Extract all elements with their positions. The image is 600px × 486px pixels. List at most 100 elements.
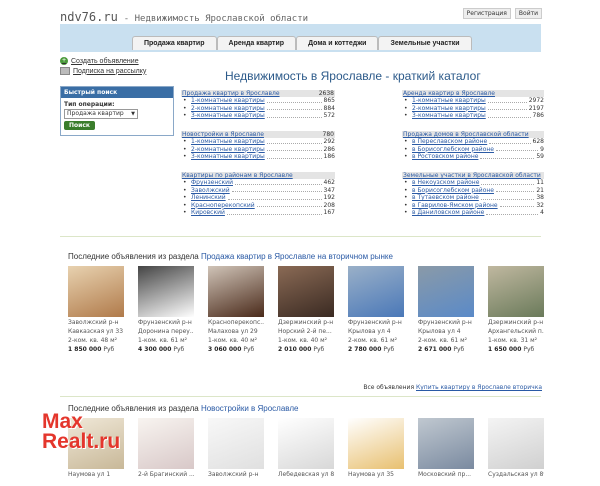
catalog-row-link[interactable]: в Борисоглебском районе [402,146,494,154]
site-logo[interactable]: ndv76.ru - Недвижимость Ярославской облас… [60,10,308,24]
catalog-row-link[interactable]: 3-комнатные квартиры [181,112,265,120]
tab-land[interactable]: Земельные участки [378,36,472,50]
subscribe-link[interactable]: Подписка на рассылку [60,67,146,75]
register-button[interactable]: Регистрация [462,8,511,19]
listing-description: 2-ком. кв. 61 м² [418,337,468,344]
listing-photo[interactable] [348,418,404,469]
tab-sale-apartments[interactable]: Продажа квартир [132,36,217,50]
listing-card[interactable]: Суздальская ул 89 [488,418,544,479]
tab-rent-apartments[interactable]: Аренда квартир [216,36,297,50]
listing-currency: Руб [313,346,325,353]
catalog-row-link[interactable]: 1-комнатные квартиры [181,138,265,146]
login-button[interactable]: Войти [514,8,542,19]
listing-photo[interactable] [208,266,264,317]
listing-photo[interactable] [138,266,194,317]
listing-photo[interactable] [488,418,544,469]
logo-text[interactable]: ndv76.ru [60,10,118,24]
listing-card[interactable]: Фрунзенский р-н Крылова ул 4 2-ком. кв. 61… [418,266,474,354]
catalog-row-link[interactable]: 2-комнатные квартиры [181,146,265,154]
operation-type-select[interactable]: Продажа квартир ▼ [64,109,138,119]
listing-description: 1-ком. кв. 40 м² [278,337,328,344]
catalog-block-count: 2638 [318,90,334,97]
dot-leader [266,138,322,144]
quick-search-panel: Быстрый поиск Тип операции: Продажа квар… [60,86,174,136]
listing-photo[interactable] [278,418,334,469]
add-listing-link[interactable]: + Создать объявление [60,57,146,65]
listing-photo[interactable] [278,266,334,317]
catalog-block-title[interactable]: Квартиры по районам в Ярославле [182,172,293,179]
catalog-row-link[interactable]: Фрунзенский [181,179,233,187]
all-listings-row: Все объявления Купить квартиру в Ярослав… [363,384,542,391]
listing-card[interactable]: Дзержинский р-н Норский 2-й пе... 1-ком. к… [278,266,334,354]
listing-card[interactable]: Дзержинский р-н Архангельский п... 1-ком. … [488,266,544,354]
catalog-row-link[interactable]: в Некоузском районе [402,179,479,187]
catalog-row: 3-комнатные квартиры 186 [181,153,335,161]
listing-card[interactable]: Московский пр... [418,418,474,479]
search-button[interactable]: Поиск [64,121,95,130]
catalog-row-link[interactable]: Заволжский [181,187,230,195]
listing-photo[interactable] [348,266,404,317]
catalog-row-link[interactable]: Красноперекопский [181,202,255,210]
catalog-row-link[interactable]: в Даниловском районе [402,209,484,217]
listing-card[interactable]: Наумова ул 35 [348,418,404,479]
listing-address: Доронина переу... [138,328,194,335]
site-subtitle: - Недвижимость Ярославской области [123,14,309,24]
divider [60,396,541,397]
dot-leader [226,209,322,215]
listing-district: Красноперекопс... [208,319,264,326]
listing-price-row: 1 850 000 Руб [68,345,124,354]
listing-card[interactable]: Заволжский р-н Кавказская ул 33 2-ком. кв.… [68,266,124,354]
listing-price-row: 2 671 000 Руб [418,345,474,354]
catalog-row-link[interactable]: в Тутаевском районе [402,194,479,202]
listing-card[interactable]: Красноперекопс... Малахова ул 29 1-ком. кв… [208,266,264,354]
plus-icon: + [60,57,68,65]
catalog-row-link[interactable]: 3-комнатные квартиры [181,153,265,161]
listing-price-row: 3 060 000 Руб [208,345,264,354]
catalog-row-link[interactable]: 1-комнатные квартиры [181,97,265,105]
catalog-block-title[interactable]: Продажа квартир в Ярославле [182,90,280,97]
catalog-row-count: 186 [323,153,335,160]
catalog-row: 2-комнатные квартиры 2197 [402,105,544,113]
dot-leader [227,194,322,200]
catalog-row-link[interactable]: в Переславском районе [402,138,487,146]
listing-price: 1 650 000 [488,346,522,353]
operation-type-label: Тип операции: [64,101,115,108]
catalog-block-title[interactable]: Новостройки в Ярославле [182,131,264,138]
listing-card[interactable]: Фрунзенский р-н Доронина переу... 1-ком. к… [138,266,194,354]
catalog-row-count: 286 [323,145,335,153]
listing-card[interactable]: Лебедевская ул 8 [278,418,334,479]
envelope-icon [60,67,70,75]
catalog-row: 1-комнатные квартиры 2972 [402,97,544,105]
listing-card[interactable]: 2-й Брагинский ... [138,418,194,479]
listing-price-row: 2 780 000 Руб [348,345,404,354]
catalog-block-title[interactable]: Аренда квартир в Ярославле [403,90,495,97]
catalog-row-link[interactable]: 3-комнатные квартиры [402,112,486,120]
catalog-block-title[interactable]: Земельные участки в Ярославской области [403,172,541,179]
section2-link[interactable]: Новостройки в Ярославле [201,404,299,413]
section1-link[interactable]: Продажа квартир в Ярославле на вторичном… [201,252,393,261]
catalog-row-link[interactable]: Ленинский [181,194,226,202]
catalog-row-link[interactable]: Кировский [181,209,225,217]
catalog-block: Новостройки в Ярославле7801-комнатные кв… [181,131,335,161]
catalog-row-link[interactable]: в Борисоглебском районе [402,187,494,195]
catalog-block-title[interactable]: Продажа домов в Ярославской области [403,131,529,138]
listing-photo[interactable] [138,418,194,469]
catalog-row-link[interactable]: в Гаврилов-Ямском районе [402,202,498,210]
listing-photo[interactable] [418,418,474,469]
listing-photo[interactable] [488,266,544,317]
catalog-row-link[interactable]: в Ростовском районе [402,153,478,161]
all-listings-link[interactable]: Купить квартиру в Ярославле вторичка [416,384,542,391]
listing-photo[interactable] [208,418,264,469]
catalog-row-count: 2197 [528,104,544,112]
catalog-row-link[interactable]: 2-комнатные квартиры [181,105,265,113]
listing-photo[interactable] [68,266,124,317]
catalog-row-link[interactable]: 2-комнатные квартиры [402,105,486,113]
listing-photo[interactable] [418,266,474,317]
listing-card[interactable]: Заволжский р-н [208,418,264,479]
listing-card[interactable]: Фрунзенский р-н Крылова ул 4 2-ком. кв. 61… [348,266,404,354]
catalog-row: 3-комнатные квартиры 572 [181,112,335,120]
catalog-row: 1-комнатные квартиры 292 [181,138,335,146]
catalog-row-link[interactable]: 1-комнатные квартиры [402,97,486,105]
tab-houses[interactable]: Дома и коттеджи [296,36,379,50]
dot-leader [266,112,322,118]
